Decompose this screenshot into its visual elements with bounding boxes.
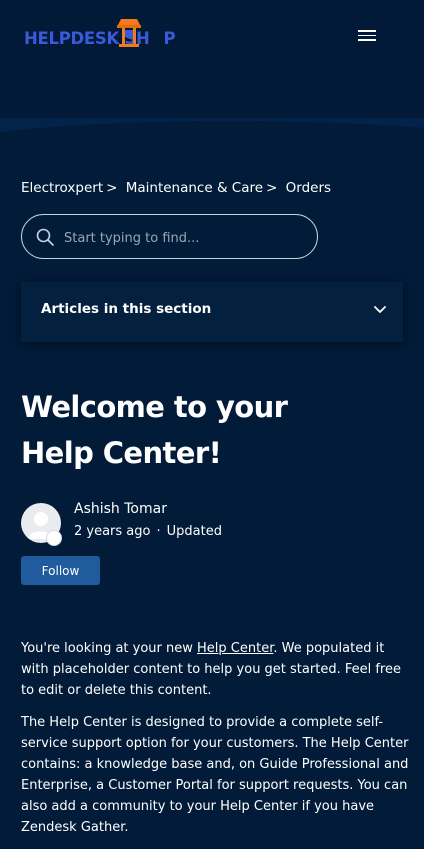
breadcrumb-separator: >: [266, 180, 278, 196]
articles-in-section-toggle[interactable]: Articles in this section: [21, 282, 403, 342]
header-wave: [0, 118, 424, 178]
article-title: Welcome to your Help Center!: [21, 390, 288, 470]
breadcrumb-separator: >: [106, 180, 118, 196]
posted-time: 2 years ago: [74, 524, 151, 539]
meta-separator: ·: [156, 524, 161, 539]
avatar-badge: [46, 530, 62, 546]
shop-icon: [117, 19, 141, 47]
updated-label: Updated: [166, 524, 222, 539]
chevron-down-icon: [374, 306, 386, 313]
article-meta: 2 years ago · Updated: [74, 524, 222, 539]
breadcrumb-item-orders[interactable]: Orders: [286, 180, 331, 196]
logo-text: HELPDESK SH P: [24, 29, 176, 48]
author-name[interactable]: Ashish Tomar: [74, 501, 167, 517]
help-center-link[interactable]: Help Center: [197, 641, 273, 656]
search-box[interactable]: [21, 214, 318, 259]
follow-button[interactable]: Follow: [21, 556, 100, 585]
breadcrumb-item-electroxpert[interactable]: Electroxpert: [21, 180, 103, 196]
logo[interactable]: HELPDESK SH P: [24, 18, 176, 54]
breadcrumb: Electroxpert > Maintenance & Care > Orders: [21, 180, 331, 196]
body-paragraph: You're looking at your new Help Center. …: [21, 641, 401, 698]
search-input[interactable]: [62, 225, 306, 251]
article-body: You're looking at your new Help Center. …: [21, 638, 409, 849]
hamburger-icon: [358, 30, 376, 32]
articles-section-label: Articles in this section: [41, 301, 212, 317]
search-icon: [36, 228, 54, 246]
menu-button[interactable]: [358, 27, 376, 43]
breadcrumb-item-maintenance[interactable]: Maintenance & Care: [126, 180, 263, 196]
body-paragraph: The Help Center is designed to provide a…: [21, 715, 409, 835]
